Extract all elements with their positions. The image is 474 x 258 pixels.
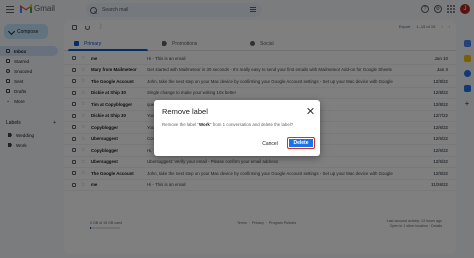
close-icon[interactable] bbox=[307, 108, 313, 114]
dialog-message-prefix: Remove the label " bbox=[162, 122, 199, 127]
dialog-message-suffix: " from 1 conversation and delete the lab… bbox=[209, 122, 294, 127]
remove-label-dialog: Remove label Remove the label "Work" fro… bbox=[154, 100, 320, 156]
cancel-button[interactable]: Cancel bbox=[258, 138, 282, 149]
dialog-message-label: Work bbox=[198, 122, 210, 127]
dialog-title: Remove label bbox=[162, 107, 208, 116]
dialog-message: Remove the label "Work" from 1 conversat… bbox=[162, 122, 293, 127]
delete-button[interactable]: Delete bbox=[287, 137, 315, 149]
